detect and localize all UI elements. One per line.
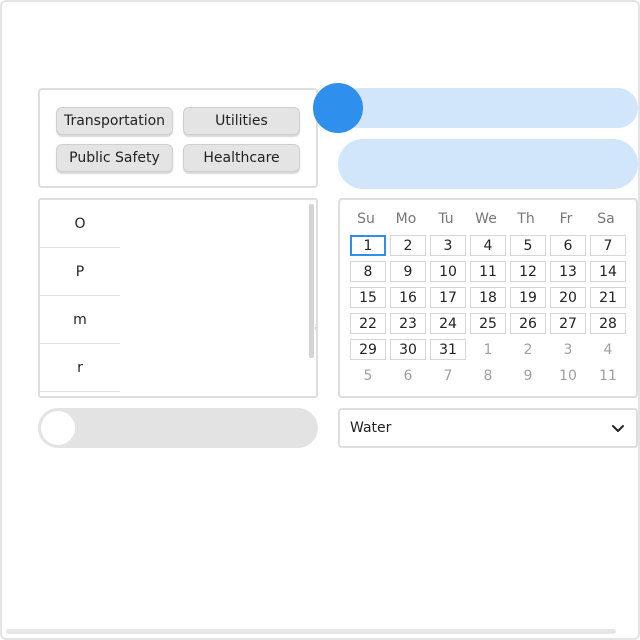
calendar-day[interactable]: 14 (590, 261, 626, 282)
weekday-label: Tu (438, 211, 454, 227)
list-scrollbar[interactable] (309, 204, 314, 358)
calendar-day[interactable]: 7 (590, 235, 626, 256)
weekday-label: We (475, 211, 497, 227)
letter-list: O P m r al (38, 198, 318, 398)
calendar-day-outside[interactable]: 5 (350, 365, 386, 386)
calendar-day[interactable]: 28 (590, 313, 626, 334)
category-select[interactable]: Water (338, 408, 638, 448)
calendar-day[interactable]: 13 (550, 261, 586, 282)
toggle-knob[interactable] (41, 411, 75, 445)
calendar-day-outside[interactable]: 10 (550, 365, 586, 386)
horizontal-scrollbar[interactable] (6, 629, 616, 634)
calendar-day[interactable]: 5 (510, 235, 546, 256)
calendar-day[interactable]: 17 (430, 287, 466, 308)
list-item[interactable]: m (40, 296, 120, 344)
weekday-label: Mo (395, 211, 417, 227)
select-value: Water (350, 420, 392, 436)
calendar-day[interactable]: 3 (430, 235, 466, 256)
calendar: Su Mo Tu We Th Fr Sa 1 2 3 4 5 6 7 8 9 10 11 12 13 14 15 16 17 1… (338, 198, 638, 398)
category-chip-group: Transportation Utilities Public Safety H… (38, 88, 318, 188)
calendar-day[interactable]: 10 (430, 261, 466, 282)
chevron-down-icon (612, 425, 624, 432)
calendar-day[interactable]: 6 (550, 235, 586, 256)
faint-text: al (314, 320, 316, 333)
calendar-day[interactable]: 2 (390, 235, 426, 256)
calendar-day[interactable]: 19 (510, 287, 546, 308)
range-slider-thumb[interactable] (313, 83, 363, 133)
calendar-day[interactable]: 21 (590, 287, 626, 308)
calendar-day-outside[interactable]: 3 (550, 339, 586, 360)
calendar-day[interactable]: 20 (550, 287, 586, 308)
calendar-day[interactable]: 22 (350, 313, 386, 334)
calendar-day[interactable]: 29 (350, 339, 386, 360)
toggle-switch[interactable] (38, 408, 318, 448)
calendar-day[interactable]: 31 (430, 339, 466, 360)
list-item[interactable]: r (40, 344, 120, 392)
calendar-day[interactable]: 12 (510, 261, 546, 282)
chip-transportation[interactable]: Transportation (56, 107, 173, 135)
calendar-day[interactable]: 25 (470, 313, 506, 334)
calendar-day[interactable]: 1 (350, 235, 386, 256)
chip-healthcare[interactable]: Healthcare (183, 144, 300, 172)
chip-utilities[interactable]: Utilities (183, 107, 300, 135)
blue-input-field[interactable] (338, 139, 638, 189)
calendar-day[interactable]: 9 (390, 261, 426, 282)
calendar-day[interactable]: 15 (350, 287, 386, 308)
calendar-day[interactable]: 11 (470, 261, 506, 282)
calendar-day-outside[interactable]: 9 (510, 365, 546, 386)
calendar-day-outside[interactable]: 8 (470, 365, 506, 386)
chip-public-safety[interactable]: Public Safety (56, 144, 173, 172)
weekday-label: Su (357, 211, 375, 227)
calendar-day-outside[interactable]: 6 (390, 365, 426, 386)
list-item[interactable]: O (40, 200, 120, 248)
calendar-day-outside[interactable]: 1 (470, 339, 506, 360)
calendar-day[interactable]: 27 (550, 313, 586, 334)
calendar-day[interactable]: 18 (470, 287, 506, 308)
calendar-day[interactable]: 4 (470, 235, 506, 256)
weekday-label: Fr (559, 211, 573, 227)
calendar-day[interactable]: 8 (350, 261, 386, 282)
calendar-day[interactable]: 26 (510, 313, 546, 334)
calendar-day[interactable]: 30 (390, 339, 426, 360)
range-slider-track[interactable] (338, 88, 638, 128)
calendar-day-outside[interactable]: 7 (430, 365, 466, 386)
calendar-day[interactable]: 16 (390, 287, 426, 308)
weekday-label: Sa (597, 211, 615, 227)
calendar-day[interactable]: 23 (390, 313, 426, 334)
calendar-day-outside[interactable]: 4 (590, 339, 626, 360)
calendar-day-outside[interactable]: 2 (510, 339, 546, 360)
calendar-day[interactable]: 24 (430, 313, 466, 334)
list-item[interactable]: P (40, 248, 120, 296)
weekday-label: Th (517, 211, 535, 227)
calendar-day-outside[interactable]: 11 (590, 365, 626, 386)
